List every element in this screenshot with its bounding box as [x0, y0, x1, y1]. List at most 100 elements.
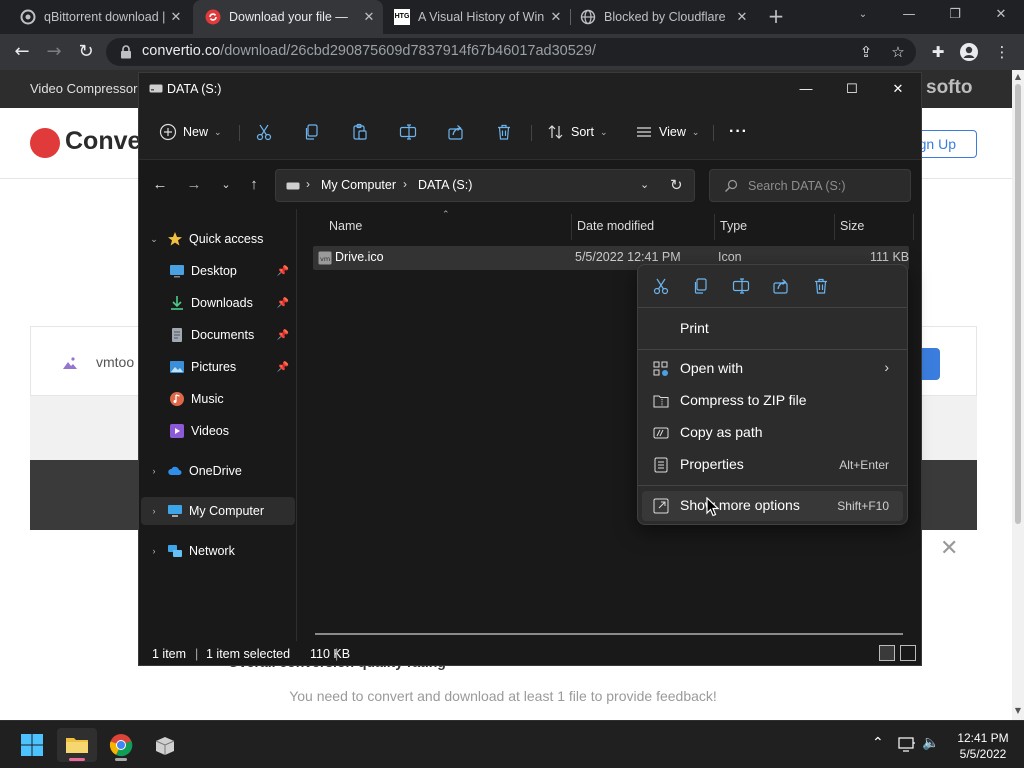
scroll-down-icon[interactable]: ▼ — [1012, 706, 1024, 715]
nav-quick-access[interactable]: ⌄ Quick access — [141, 225, 295, 253]
nav-desktop[interactable]: Desktop 📌 — [141, 257, 295, 285]
close-tab-icon[interactable]: ✕ — [548, 9, 564, 25]
restore-icon[interactable]: ❐ — [932, 0, 978, 32]
menu-item-print[interactable]: Print — [642, 314, 903, 344]
forward-icon[interactable]: → — [185, 176, 203, 194]
close-window-icon[interactable]: ✕ — [978, 0, 1024, 32]
sort-button[interactable]: Sort ⌄ — [547, 119, 607, 145]
column-divider[interactable] — [913, 214, 914, 240]
extensions-icon[interactable]: ✚ — [928, 42, 948, 62]
close-tab-icon[interactable]: ✕ — [168, 9, 184, 25]
scroll-up-icon[interactable]: ▲ — [1012, 72, 1024, 81]
more-options-button[interactable]: ··· — [729, 119, 748, 145]
start-button[interactable] — [12, 728, 52, 762]
chevron-down-icon[interactable]: ⌄ — [640, 178, 649, 191]
scissors-icon[interactable] — [652, 277, 670, 295]
back-icon[interactable]: ← — [10, 40, 34, 64]
copy-icon[interactable] — [692, 277, 710, 295]
tab-blocked-cloudflare[interactable]: Blocked by Cloudflare ✕ — [570, 0, 756, 34]
menu-kebab-icon[interactable]: ⋮ — [992, 42, 1012, 62]
nav-pictures[interactable]: Pictures 📌 — [141, 353, 295, 381]
explorer-titlebar[interactable]: DATA (S:) — ☐ ✕ — [139, 73, 921, 105]
column-divider[interactable] — [714, 214, 715, 240]
nav-my-computer[interactable]: › My Computer — [141, 497, 295, 525]
chevron-down-icon[interactable]: ⌄ — [147, 234, 161, 245]
paste-button[interactable] — [351, 119, 369, 145]
menu-item-open-with[interactable]: Open with › — [642, 354, 903, 384]
nav-documents[interactable]: Documents 📌 — [141, 321, 295, 349]
tab-search-icon[interactable]: ⌄ — [840, 0, 886, 32]
up-icon[interactable]: ↑ — [245, 176, 263, 194]
new-button[interactable]: New ⌄ — [159, 119, 222, 145]
forward-icon[interactable]: → — [42, 40, 66, 64]
tab-download-your-file[interactable]: Download your file — ✕ — [193, 0, 383, 34]
search-input[interactable] — [748, 177, 898, 195]
chevron-right-icon[interactable]: › — [147, 466, 161, 476]
nav-video-compressor[interactable]: Video Compressor — [30, 81, 137, 96]
network-status-icon[interactable] — [898, 737, 916, 753]
share-button[interactable] — [447, 119, 465, 145]
taskbar-clock[interactable]: 12:41 PM 5/5/2022 — [948, 730, 1018, 762]
view-button[interactable]: View ⌄ — [635, 119, 699, 145]
chevron-right-icon[interactable]: › — [147, 546, 161, 556]
page-scrollbar[interactable]: ▲ ▼ — [1012, 70, 1024, 720]
recent-locations-icon[interactable]: ⌄ — [217, 176, 235, 194]
new-tab-button[interactable]: + — [766, 6, 786, 27]
path-breadcrumb[interactable]: › My Computer › DATA (S:) ⌄ ↻ — [275, 169, 695, 202]
column-divider[interactable] — [571, 214, 572, 240]
details-view-icon[interactable] — [879, 645, 895, 661]
tab-visual-history[interactable]: HTG A Visual History of Win ✕ — [384, 0, 570, 34]
menu-item-compress-zip[interactable]: Compress to ZIP file — [642, 386, 903, 416]
menu-item-properties[interactable]: Properties Alt+Enter — [642, 450, 903, 480]
column-header-type[interactable]: Type — [720, 219, 747, 233]
share-icon[interactable]: ⇪ — [856, 42, 876, 62]
address-bar[interactable]: convertio.co/download/26cbd290875609d783… — [106, 38, 916, 66]
nav-music[interactable]: Music — [141, 385, 295, 413]
nav-downloads[interactable]: Downloads 📌 — [141, 289, 295, 317]
minimize-icon[interactable]: — — [783, 73, 829, 105]
copy-button[interactable] — [303, 119, 321, 145]
column-divider[interactable] — [834, 214, 835, 240]
taskbar-app-installer[interactable] — [145, 728, 185, 762]
nav-network[interactable]: › Network — [141, 537, 295, 565]
volume-icon[interactable]: 🔈 — [922, 735, 939, 751]
convertio-logo-text[interactable]: Conve — [65, 127, 141, 156]
horizontal-scrollbar[interactable] — [315, 633, 903, 635]
tiles-view-icon[interactable] — [900, 645, 916, 661]
close-window-icon[interactable]: ✕ — [875, 73, 921, 105]
back-icon[interactable]: ← — [151, 176, 169, 194]
rename-icon[interactable] — [732, 277, 750, 295]
refresh-icon[interactable]: ↻ — [670, 176, 683, 194]
taskbar-chrome[interactable] — [101, 728, 141, 762]
nav-videos[interactable]: Videos — [141, 417, 295, 445]
tab-qbittorrent[interactable]: qBittorrent download | ✕ — [0, 0, 190, 34]
breadcrumb-data-drive[interactable]: DATA (S:) — [418, 178, 472, 192]
convertio-logo-icon[interactable] — [30, 128, 60, 158]
scrollbar-thumb[interactable] — [1015, 84, 1021, 524]
delete-button[interactable] — [495, 119, 513, 145]
close-tab-icon[interactable]: ✕ — [361, 9, 377, 25]
menu-item-show-more-options[interactable]: Show more options Shift+F10 — [642, 491, 903, 521]
close-tab-icon[interactable]: ✕ — [734, 9, 750, 25]
bookmark-star-icon[interactable]: ☆ — [888, 42, 908, 62]
minimize-icon[interactable]: — — [886, 0, 932, 32]
maximize-icon[interactable]: ☐ — [829, 73, 875, 105]
column-header-name[interactable]: Name — [329, 219, 362, 233]
nav-onedrive[interactable]: › OneDrive — [141, 457, 295, 485]
share-icon[interactable] — [772, 277, 790, 295]
menu-item-copy-path[interactable]: Copy as path — [642, 418, 903, 448]
show-hidden-icons[interactable]: ⌃ — [872, 735, 884, 751]
trash-icon[interactable] — [812, 277, 830, 295]
chevron-right-icon[interactable]: › — [147, 506, 161, 516]
profile-icon[interactable] — [959, 42, 979, 62]
taskbar-file-explorer[interactable] — [57, 728, 97, 762]
reload-icon[interactable]: ↻ — [74, 40, 98, 64]
explorer-search[interactable] — [709, 169, 911, 202]
softo-logo[interactable]: softo — [926, 77, 972, 99]
column-header-size[interactable]: Size — [840, 219, 864, 233]
close-banner-icon[interactable]: ✕ — [940, 536, 958, 561]
column-header-date[interactable]: Date modified — [577, 219, 654, 233]
cut-button[interactable] — [255, 119, 273, 145]
rename-button[interactable] — [399, 119, 417, 145]
breadcrumb-my-computer[interactable]: My Computer — [321, 178, 396, 192]
